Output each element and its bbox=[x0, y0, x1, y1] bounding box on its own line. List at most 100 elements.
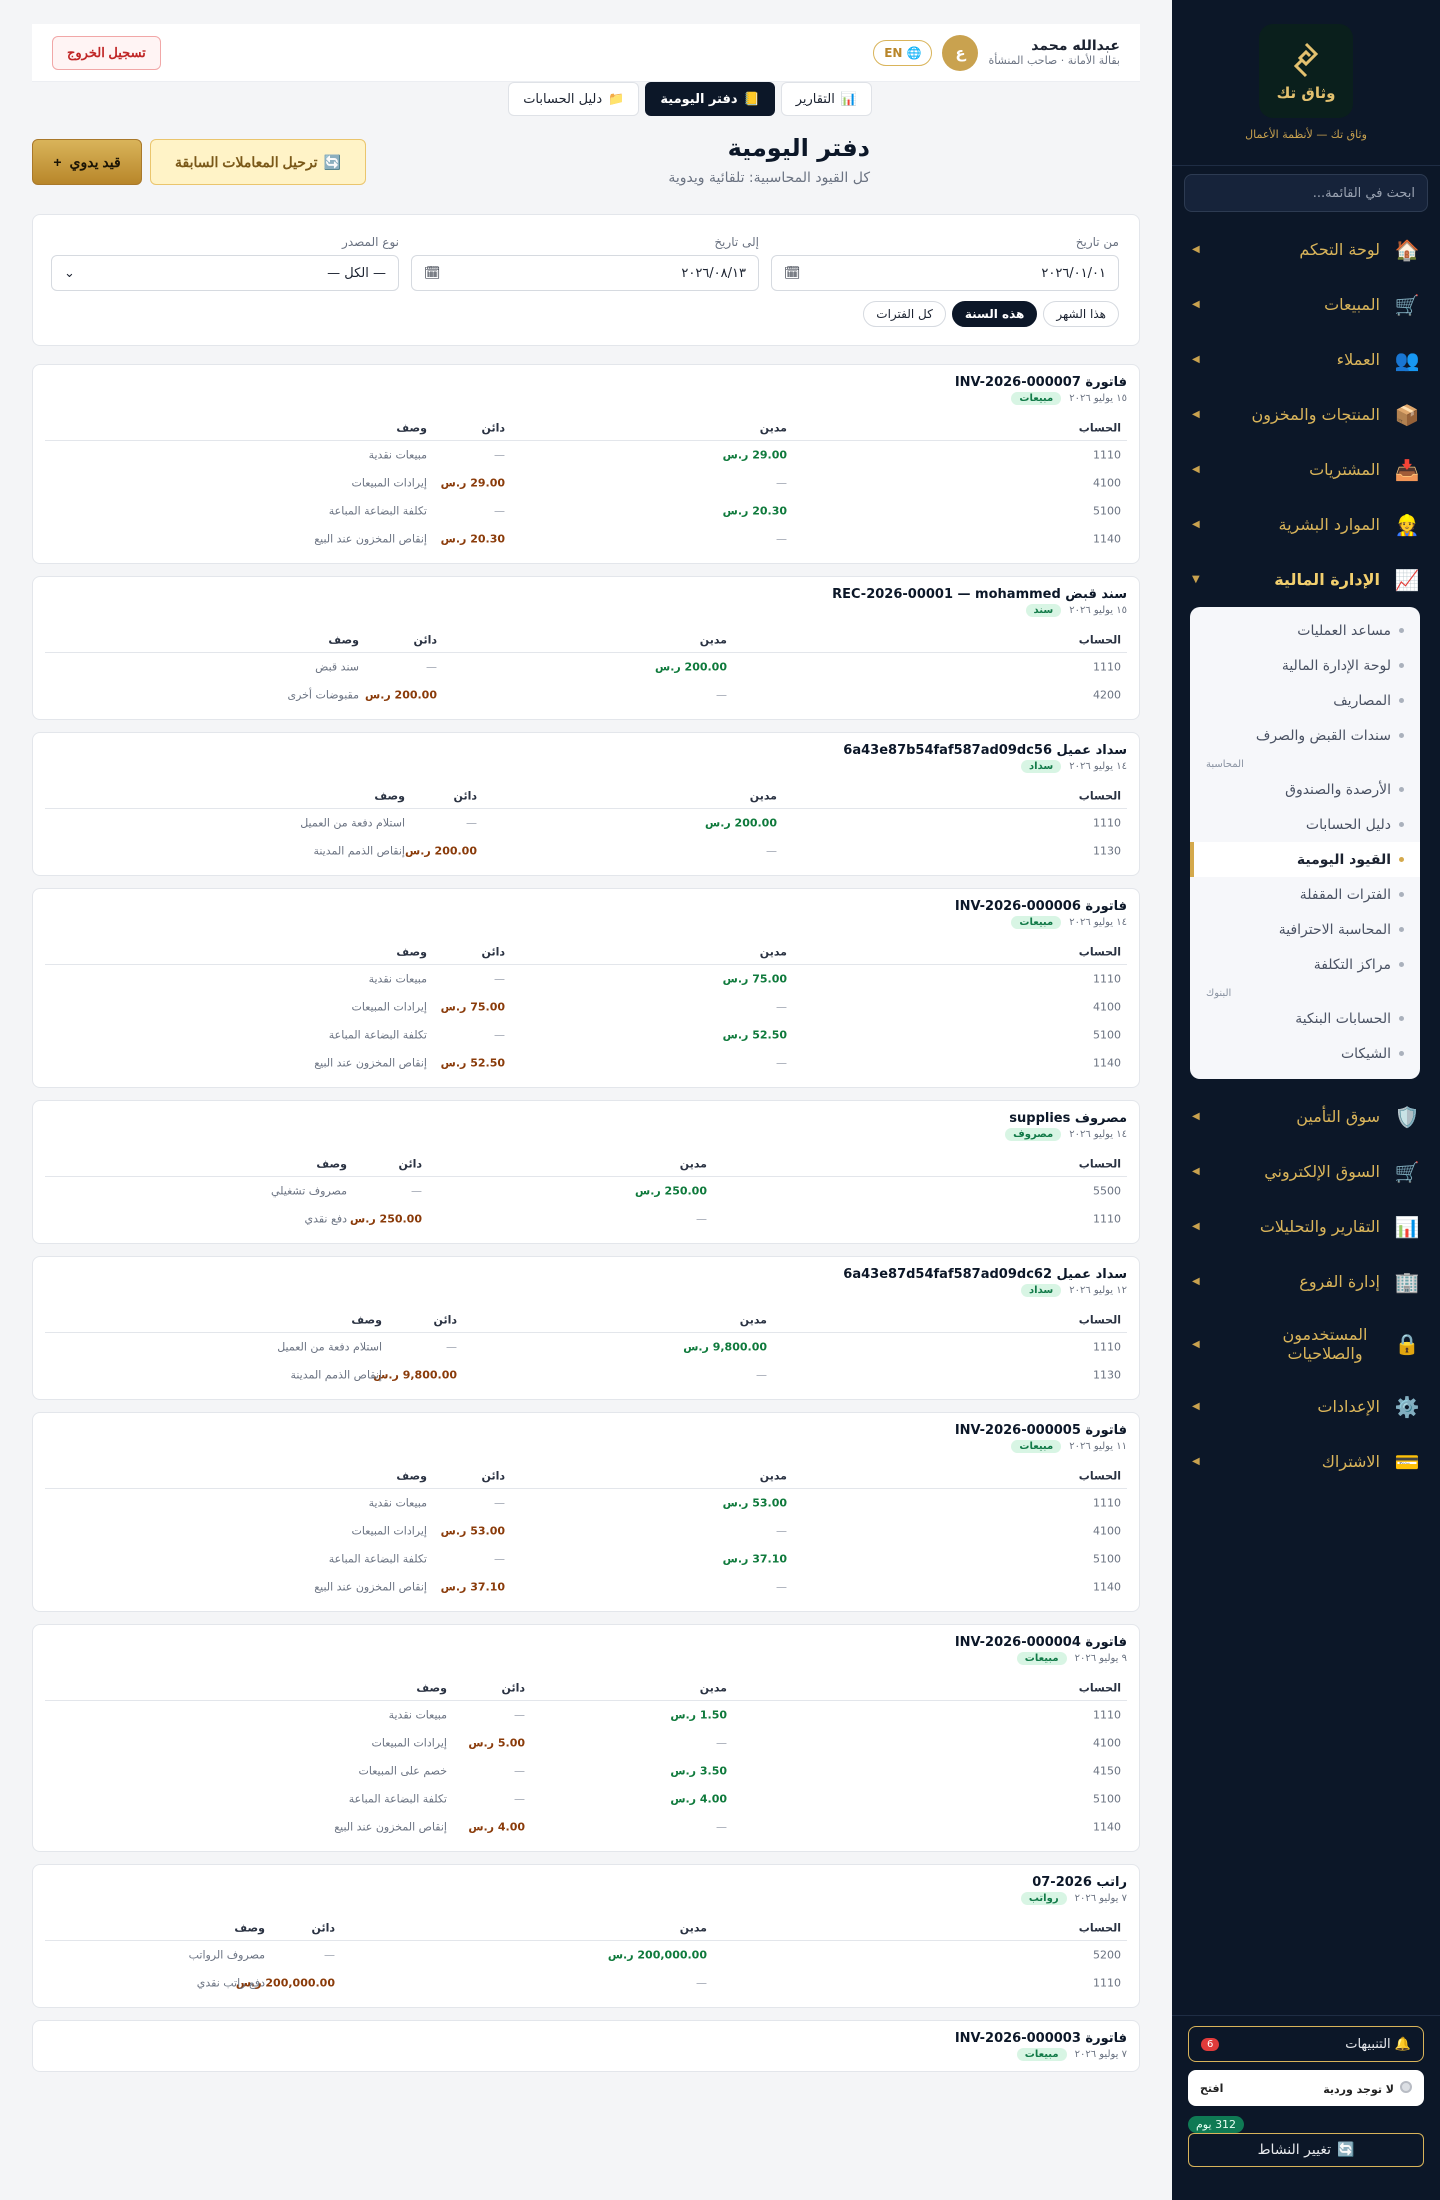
sidebar-item-sales[interactable]: 🛒 المبيعات ◀ bbox=[1192, 277, 1420, 332]
sidebar-item-customers[interactable]: 👥 العملاء ◀ bbox=[1192, 332, 1420, 387]
journal-entry-card[interactable]: سداد عميل 6a43e87d54faf587ad09dc62 ١٢ يول… bbox=[32, 1256, 1140, 1400]
submenu-item-vouchers[interactable]: سندات القبض والصرف bbox=[1190, 718, 1420, 753]
header-debit: مدين bbox=[759, 945, 787, 958]
submenu-item-journal-entries[interactable]: القيود اليومية bbox=[1190, 842, 1420, 877]
chip-this-year[interactable]: هذه السنة bbox=[951, 301, 1038, 327]
account-code: 1140 bbox=[1093, 1820, 1121, 1834]
to-date-input[interactable]: ٢٠٢٦/٠٨/١٣ 🗓 bbox=[411, 255, 759, 291]
line-description: مبيعات نقدية bbox=[368, 972, 427, 986]
manual-entry-button[interactable]: قيد يدوي + bbox=[32, 139, 142, 185]
submenu-item-operations-assistant[interactable]: مساعد العمليات bbox=[1190, 613, 1420, 648]
tab-chart-of-accounts[interactable]: 📁 دليل الحسابات bbox=[508, 82, 640, 116]
submenu-item-label: مساعد العمليات bbox=[1297, 622, 1391, 639]
language-toggle[interactable]: EN 🌐 bbox=[873, 39, 933, 66]
tab-reports[interactable]: 📊 التقارير bbox=[780, 82, 872, 116]
table-row: 1140 — 52.50 ر.س إنقاص المخزون عند البيع bbox=[45, 1049, 1127, 1077]
debit-amount: 200.00 ر.س bbox=[655, 660, 727, 674]
sidebar-item-settings[interactable]: ⚙️ الإعدادات ◀ bbox=[1192, 1379, 1420, 1434]
sidebar-item-users[interactable]: 🔒 المستخدمون والصلاحيات ◀ bbox=[1192, 1309, 1420, 1379]
brand-logo[interactable]: وثاق تك bbox=[1259, 24, 1353, 118]
credit-amount: — bbox=[514, 1708, 525, 1722]
journal-entry-card[interactable]: سند قبض REC-2026-00001 — mohammed ١٥ يولي… bbox=[32, 576, 1140, 720]
journal-entry-card[interactable]: فاتورة INV-2026-000004 ٩ يوليو ٢٠٢٦ مبيعات… bbox=[32, 1624, 1140, 1852]
sidebar-item-insurance[interactable]: 🛡️ سوق التأمين ◀ bbox=[1192, 1089, 1420, 1144]
change-activity-button[interactable]: 🔄 تغيير النشاط bbox=[1188, 2133, 1424, 2167]
account-code: 1140 bbox=[1093, 532, 1121, 546]
avatar[interactable]: ع bbox=[942, 34, 979, 71]
inbox-icon: 📥 bbox=[1394, 457, 1420, 482]
tab-journal[interactable]: 📒 دفتر اليومية bbox=[645, 82, 775, 116]
submenu-item-pro-accounting[interactable]: المحاسبة الاحترافية bbox=[1190, 912, 1420, 947]
credit-amount: — bbox=[466, 816, 477, 830]
account-code: 4200 bbox=[1093, 688, 1121, 702]
chip-all-periods[interactable]: كل الفترات bbox=[863, 301, 946, 327]
sidebar-item-purchases[interactable]: 📥 المشتريات ◀ bbox=[1192, 442, 1420, 497]
users-icon: 👥 bbox=[1394, 347, 1420, 372]
open-shift-button[interactable]: افتح bbox=[1200, 2082, 1223, 2095]
table-row: 1130 — 200.00 ر.س إنقاص الذمم المدينة bbox=[45, 837, 1127, 865]
submenu-item-closed-periods[interactable]: الفترات المقفلة bbox=[1190, 877, 1420, 912]
sidebar-item-dashboard[interactable]: 🏠 لوحة التحكم ◀ bbox=[1192, 222, 1420, 277]
debit-amount: 52.50 ر.س bbox=[722, 1028, 787, 1042]
sidebar-item-marketplace[interactable]: 🛒 السوق الإلكتروني ◀ bbox=[1192, 1144, 1420, 1199]
submenu-item-cheques[interactable]: الشيكات bbox=[1190, 1036, 1420, 1071]
account-code: 1110 bbox=[1093, 1496, 1121, 1510]
entry-meta: ١٤ يوليو ٢٠٢٦ سداد bbox=[45, 760, 1127, 773]
period-chips: هذا الشهر هذه السنة كل الفترات bbox=[863, 301, 1119, 327]
notifications-label: التنبيهات bbox=[1345, 2036, 1391, 2052]
sidebar-item-hr[interactable]: 👷 الموارد البشرية ◀ bbox=[1192, 497, 1420, 552]
card-icon: 💳 bbox=[1394, 1449, 1420, 1474]
entry-meta: ١٤ يوليو ٢٠٢٦ مصروف bbox=[45, 1128, 1127, 1141]
sidebar-item-branches[interactable]: 🏢 إدارة الفروع ◀ bbox=[1192, 1254, 1420, 1309]
submenu-item-finance-dashboard[interactable]: لوحة الإدارة المالية bbox=[1190, 648, 1420, 683]
sidebar-item-finance[interactable]: 📈 الإدارة المالية ▼ bbox=[1192, 552, 1420, 607]
home-icon: 🏠 bbox=[1394, 237, 1420, 262]
submenu-item-label: الحسابات البنكية bbox=[1295, 1010, 1391, 1027]
submenu-item-bank-accounts[interactable]: الحسابات البنكية bbox=[1190, 1001, 1420, 1036]
header-account: الحساب bbox=[1078, 1921, 1121, 1934]
entry-meta: ١١ يوليو ٢٠٢٦ مبيعات bbox=[45, 1440, 1127, 1453]
submenu-item-cost-centers[interactable]: مراكز التكلفة bbox=[1190, 947, 1420, 982]
logout-button[interactable]: تسجيل الخروج bbox=[52, 35, 161, 70]
credit-amount: — bbox=[324, 1948, 335, 1962]
table-row: 5500 250.00 ر.س — مصروف تشغيلي bbox=[45, 1177, 1127, 1205]
credit-amount: — bbox=[446, 1340, 457, 1354]
entry-meta: ١٢ يوليو ٢٠٢٦ سداد bbox=[45, 1284, 1127, 1297]
credit-amount: 4.00 ر.س bbox=[468, 1820, 525, 1834]
journal-entry-card[interactable]: مصروف supplies ١٤ يوليو ٢٠٢٦ مصروف الحساب … bbox=[32, 1100, 1140, 1244]
journal-entry-card[interactable]: فاتورة INV-2026-000003 ٧ يوليو ٢٠٢٦ مبيعات bbox=[32, 2020, 1140, 2072]
account-code: 5100 bbox=[1093, 504, 1121, 518]
journal-entry-card[interactable]: فاتورة INV-2026-000007 ١٥ يوليو ٢٠٢٦ مبيعا… bbox=[32, 364, 1140, 564]
chevron-down-icon: ▼ bbox=[1192, 574, 1200, 585]
submenu-item-chart-of-accounts[interactable]: دليل الحسابات bbox=[1190, 807, 1420, 842]
journal-entry-card[interactable]: سداد عميل 6a43e87b54faf587ad09dc56 ١٤ يول… bbox=[32, 732, 1140, 876]
header-credit: دائن bbox=[398, 1157, 422, 1170]
credit-amount: 5.00 ر.س bbox=[468, 1736, 525, 1750]
journal-entry-card[interactable]: فاتورة INV-2026-000005 ١١ يوليو ٢٠٢٦ مبيعا… bbox=[32, 1412, 1140, 1612]
from-date-input[interactable]: ٢٠٢٦/٠١/٠١ 🗓 bbox=[771, 255, 1119, 291]
from-date-label: من تاريخ bbox=[1075, 235, 1119, 249]
sidebar-item-label: الموارد البشرية bbox=[1278, 515, 1381, 534]
migrate-transactions-button[interactable]: 🔄 ترحيل المعاملات السابقة bbox=[150, 139, 366, 185]
line-description: مبيعات نقدية bbox=[368, 448, 427, 462]
submenu-item-balances[interactable]: الأرصدة والصندوق bbox=[1190, 772, 1420, 807]
journal-entry-card[interactable]: فاتورة INV-2026-000006 ١٤ يوليو ٢٠٢٦ مبيعا… bbox=[32, 888, 1140, 1088]
line-description: إيرادات المبيعات bbox=[371, 1736, 447, 1750]
submenu-item-label: الأرصدة والصندوق bbox=[1285, 781, 1391, 798]
entry-title: سند قبض REC-2026-00001 — mohammed bbox=[832, 587, 1127, 602]
journal-entry-card[interactable]: راتب 2026-07 ٧ يوليو ٢٠٢٦ رواتب الحساب مدي… bbox=[32, 1864, 1140, 2008]
sidebar-item-reports[interactable]: 📊 التقارير والتحليلات ◀ bbox=[1192, 1199, 1420, 1254]
sidebar-item-label: السوق الإلكتروني bbox=[1264, 1162, 1380, 1181]
chip-this-month[interactable]: هذا الشهر bbox=[1043, 301, 1119, 327]
sidebar-item-inventory[interactable]: 📦 المنتجات والمخزون ◀ bbox=[1192, 387, 1420, 442]
header-account: الحساب bbox=[1078, 945, 1121, 958]
sidebar-nav: 🏠 لوحة التحكم ◀ 🛒 المبيعات ◀ 👥 العملاء ◀ 📦 المن… bbox=[1172, 222, 1440, 607]
credit-amount: 53.00 ر.س bbox=[440, 1524, 505, 1538]
source-type-select[interactable]: — الكل — ⌄ bbox=[51, 255, 399, 291]
notifications-button[interactable]: 🔔 التنبيهات 6 bbox=[1188, 2026, 1424, 2062]
sidebar-search-input[interactable] bbox=[1184, 174, 1428, 212]
credit-amount: — bbox=[426, 660, 437, 674]
sidebar-item-subscription[interactable]: 💳 الاشتراك ◀ bbox=[1192, 1434, 1420, 1489]
debit-amount: — bbox=[716, 1820, 727, 1834]
submenu-item-expenses[interactable]: المصاريف bbox=[1190, 683, 1420, 718]
